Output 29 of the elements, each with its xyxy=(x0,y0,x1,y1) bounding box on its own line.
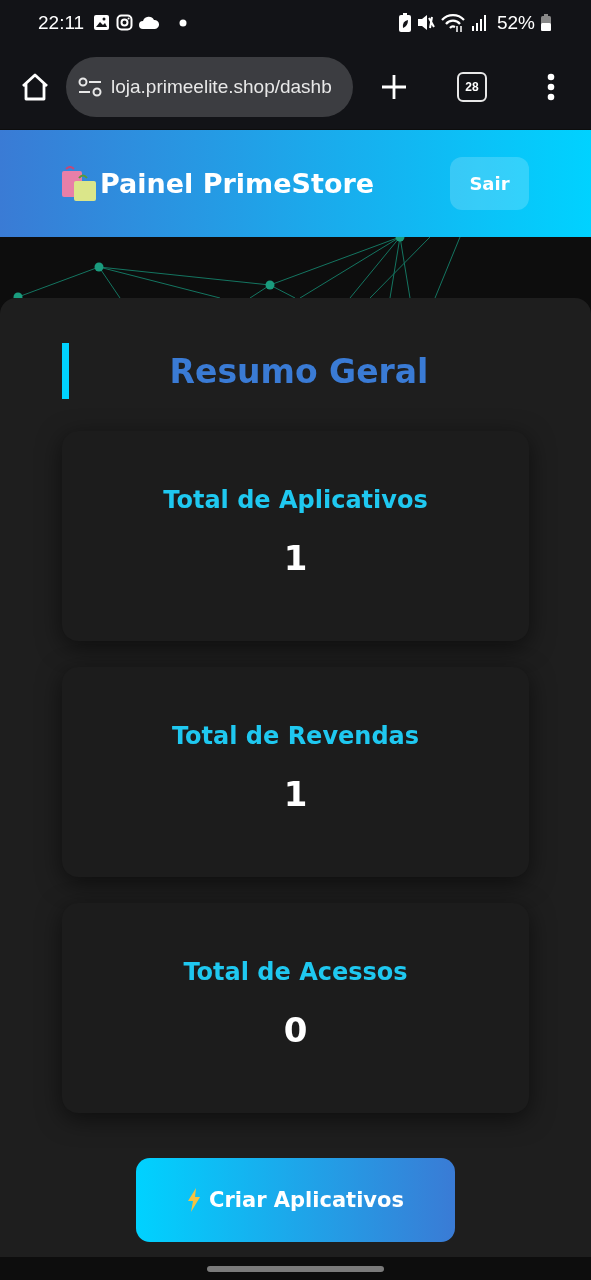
shopping-bags-icon xyxy=(60,165,98,202)
stat-value: 0 xyxy=(283,1010,308,1050)
menu-icon[interactable] xyxy=(547,73,555,101)
accent-bar xyxy=(62,343,69,399)
stat-value: 1 xyxy=(283,774,308,814)
lightning-icon xyxy=(187,1188,201,1212)
home-indicator[interactable] xyxy=(207,1265,384,1272)
camera-icon xyxy=(116,14,134,31)
battery-icon xyxy=(541,14,551,31)
site-settings-icon[interactable] xyxy=(78,77,102,97)
image-icon xyxy=(93,14,111,31)
stat-value: 1 xyxy=(283,538,308,578)
home-icon[interactable] xyxy=(20,73,50,101)
stat-label: Total de Acessos xyxy=(183,958,408,986)
tab-count[interactable]: 28 xyxy=(457,72,487,102)
stat-label: Total de Revendas xyxy=(171,722,420,750)
wifi-icon xyxy=(440,13,465,32)
battery-saver-icon xyxy=(398,13,411,32)
mute-icon xyxy=(416,14,435,31)
stat-label: Total de Aplicativos xyxy=(163,486,428,514)
new-tab-icon[interactable] xyxy=(381,74,407,100)
header-title: Painel PrimeStore xyxy=(100,168,375,199)
cloud-icon xyxy=(139,16,160,29)
signal-icon xyxy=(470,14,487,31)
section-title: Resumo Geral xyxy=(168,351,430,391)
dot-icon xyxy=(179,18,188,27)
clock: 22:11 xyxy=(38,11,85,34)
battery-level: 52% xyxy=(496,11,535,34)
address-bar[interactable]: loja.primeelite.shop/dashb xyxy=(66,57,353,117)
